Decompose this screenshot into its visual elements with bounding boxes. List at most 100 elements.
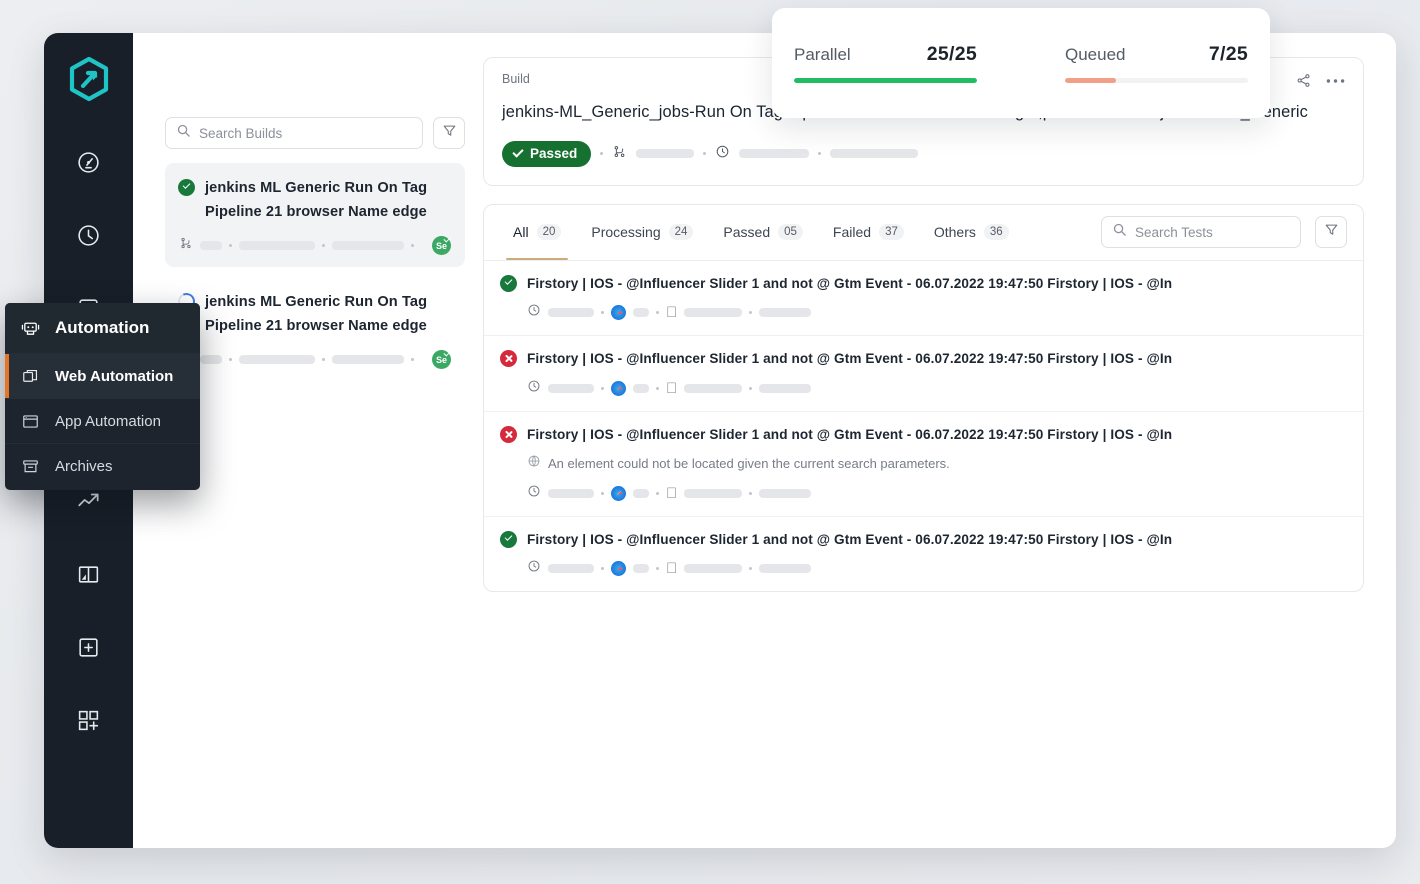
skeleton-bar xyxy=(684,488,743,498)
separator-dot xyxy=(656,567,659,571)
build-card[interactable]: jenkins ML Generic Run On Tag Pipeline 2… xyxy=(165,277,465,382)
stat-queued-label: Queued xyxy=(1065,45,1126,65)
status-badge: Passed xyxy=(502,140,592,167)
table-row[interactable]: Firstory | IOS - @Influencer Slider 1 an… xyxy=(484,336,1363,412)
skeleton-bar xyxy=(684,383,743,393)
hexagon-arrow-logo[interactable] xyxy=(65,55,113,103)
skeleton-bar xyxy=(633,308,649,318)
automation-flyout-menu: Automation Web Automation App Automation xyxy=(5,303,200,490)
tab-all-count: 20 xyxy=(536,223,562,241)
search-tests-input[interactable]: Search Tests xyxy=(1101,216,1301,249)
tests-panel: All 20 Processing 24 Passed 05 Failed 37… xyxy=(483,203,1364,593)
skeleton-bar xyxy=(759,308,812,318)
separator-dot xyxy=(749,311,753,315)
separator-dot xyxy=(322,244,325,248)
detail-column: Build jenkins-ML_Generic_jobs-Run On Tag… xyxy=(483,57,1364,848)
skeleton-bar xyxy=(684,308,743,318)
flyout-item-archives[interactable]: Archives xyxy=(5,443,200,488)
search-builds-input[interactable]: Search Builds xyxy=(165,117,423,149)
clock-icon xyxy=(527,379,541,398)
stat-parallel-value: 25/25 xyxy=(926,43,977,66)
separator-dot xyxy=(601,491,604,495)
app-window-icon xyxy=(19,412,41,431)
skeleton-bar xyxy=(633,383,649,393)
safari-icon xyxy=(611,561,626,577)
skeleton-bar xyxy=(548,308,594,318)
tab-processing-label: Processing xyxy=(591,224,661,241)
build-card[interactable]: jenkins ML Generic Run On Tag Pipeline 2… xyxy=(165,163,465,268)
stat-parallel: Parallel 25/25 xyxy=(794,43,977,83)
test-meta:  xyxy=(527,484,1347,503)
flyout-item-app-automation-label: App Automation xyxy=(55,412,161,430)
separator-dot xyxy=(601,311,604,315)
skeleton-bar xyxy=(548,564,594,574)
build-card-meta: Se xyxy=(178,236,451,256)
builds-search-row: Search Builds xyxy=(165,117,465,149)
separator-dot xyxy=(749,386,753,390)
plus-square-icon[interactable] xyxy=(64,622,114,672)
speedometer-icon[interactable] xyxy=(64,137,114,187)
skeleton-bar xyxy=(633,564,649,574)
share-icon[interactable] xyxy=(1295,72,1312,89)
apple-icon:  xyxy=(666,305,677,320)
grid-add-icon[interactable] xyxy=(64,695,114,745)
tab-others[interactable]: Others 36 xyxy=(921,204,1022,260)
separator-dot xyxy=(818,152,822,156)
tab-processing[interactable]: Processing 24 xyxy=(578,204,706,260)
build-status-row: Passed xyxy=(502,140,1345,167)
test-error-message: An element could not be located given th… xyxy=(548,455,950,471)
builds-column: Search Builds jenkins ML Generic Run On … xyxy=(165,57,465,848)
archive-box-icon xyxy=(19,457,41,476)
status-failed-icon xyxy=(500,425,517,443)
clock-icon xyxy=(527,559,541,578)
apple-icon:  xyxy=(666,486,677,501)
stat-queued: Queued 7/25 xyxy=(1065,43,1248,83)
test-error: An element could not be located given th… xyxy=(527,454,1347,473)
test-title: Firstory | IOS - @Influencer Slider 1 an… xyxy=(527,426,1173,442)
tab-passed[interactable]: Passed 05 xyxy=(710,204,816,260)
table-row[interactable]: Firstory | IOS - @Influencer Slider 1 an… xyxy=(484,261,1363,337)
split-panel-icon[interactable] xyxy=(64,549,114,599)
content-area: Search Builds jenkins ML Generic Run On … xyxy=(133,33,1396,848)
clock-history-icon[interactable] xyxy=(64,210,114,260)
test-meta:  xyxy=(527,559,1347,578)
status-passed-icon xyxy=(178,179,195,196)
funnel-icon xyxy=(442,123,457,143)
skeleton-bar xyxy=(759,488,812,498)
safari-icon xyxy=(611,485,626,501)
table-row[interactable]: Firstory | IOS - @Influencer Slider 1 an… xyxy=(484,517,1363,592)
status-passed-icon xyxy=(500,274,517,292)
stat-parallel-fill xyxy=(794,78,977,83)
robot-icon xyxy=(19,318,41,339)
funnel-icon xyxy=(1324,222,1339,242)
skeleton-bar xyxy=(332,355,404,365)
skeleton-bar xyxy=(239,355,315,365)
selenium-badge: Se xyxy=(432,236,451,256)
flyout-item-web-automation[interactable]: Web Automation xyxy=(5,353,200,398)
test-title: Firstory | IOS - @Influencer Slider 1 an… xyxy=(527,275,1173,291)
git-branch-icon xyxy=(179,236,193,255)
tests-filter-button[interactable] xyxy=(1315,216,1347,249)
skeleton-bar xyxy=(759,564,812,574)
git-branch-icon xyxy=(612,144,627,164)
stat-queued-track xyxy=(1065,78,1248,83)
flyout-item-app-automation[interactable]: App Automation xyxy=(5,398,200,443)
test-title: Firstory | IOS - @Influencer Slider 1 an… xyxy=(527,531,1173,547)
stat-queued-value: 7/25 xyxy=(1208,43,1248,66)
separator-dot xyxy=(656,311,659,315)
build-card-meta: Se xyxy=(178,350,451,370)
skeleton-bar xyxy=(548,383,594,393)
table-row[interactable]: Firstory | IOS - @Influencer Slider 1 an… xyxy=(484,412,1363,517)
tab-failed[interactable]: Failed 37 xyxy=(820,204,917,260)
more-options-icon[interactable] xyxy=(1326,78,1345,84)
flyout-item-web-automation-label: Web Automation xyxy=(55,367,174,385)
test-meta:  xyxy=(527,379,1347,398)
skeleton-bar xyxy=(633,488,649,498)
separator-dot xyxy=(601,386,604,390)
tab-all[interactable]: All 20 xyxy=(500,204,574,261)
build-card-title: jenkins ML Generic Run On Tag Pipeline 2… xyxy=(205,294,428,335)
skeleton-bar xyxy=(548,488,594,498)
search-icon xyxy=(176,123,191,143)
builds-filter-button[interactable] xyxy=(433,117,465,149)
test-meta:  xyxy=(527,303,1347,322)
